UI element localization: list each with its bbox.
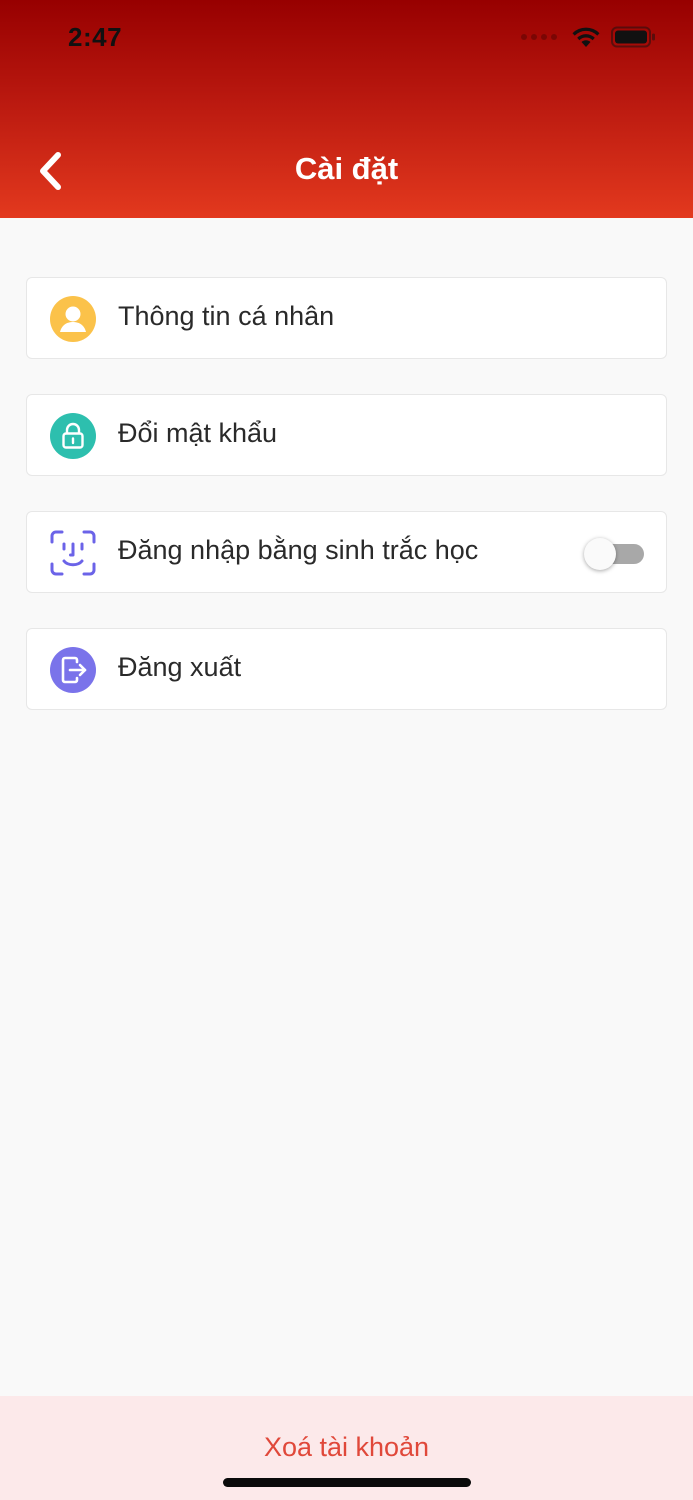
home-indicator[interactable] <box>223 1478 471 1487</box>
wifi-icon <box>572 27 600 47</box>
delete-account-label: Xoá tài khoản <box>263 1432 430 1462</box>
header: 2:47 Cài đặt <box>0 0 693 218</box>
settings-item-label: Đổi mật khẩu <box>118 418 278 448</box>
settings-item-personal-info[interactable]: Thông tin cá nhân <box>26 277 667 359</box>
status-icons <box>521 26 657 48</box>
biometric-toggle[interactable] <box>584 538 644 570</box>
battery-icon <box>611 26 655 48</box>
settings-item-change-password[interactable]: Đổi mật khẩu <box>26 394 667 476</box>
user-icon <box>50 296 96 342</box>
face-id-icon <box>50 530 96 576</box>
settings-item-label: Thông tin cá nhân <box>118 301 335 331</box>
status-time: 2:47 <box>68 22 123 52</box>
settings-screen: 2:47 Cài đặt Thông tin cá nhân Đổi mật k… <box>0 0 693 1500</box>
settings-item-label: Đăng nhập bằng sinh trắc học <box>118 535 479 565</box>
cellular-dots-icon <box>521 34 557 40</box>
settings-item-label: Đăng xuất <box>118 652 242 682</box>
toggle-knob <box>584 538 616 570</box>
lock-icon <box>50 413 96 459</box>
settings-item-logout[interactable]: Đăng xuất <box>26 628 667 710</box>
logout-icon <box>50 647 96 693</box>
settings-list: Thông tin cá nhân Đổi mật khẩu Đăng nhập… <box>26 277 667 745</box>
settings-item-biometric-login[interactable]: Đăng nhập bằng sinh trắc học <box>26 511 667 593</box>
page-title: Cài đặt <box>294 151 399 186</box>
